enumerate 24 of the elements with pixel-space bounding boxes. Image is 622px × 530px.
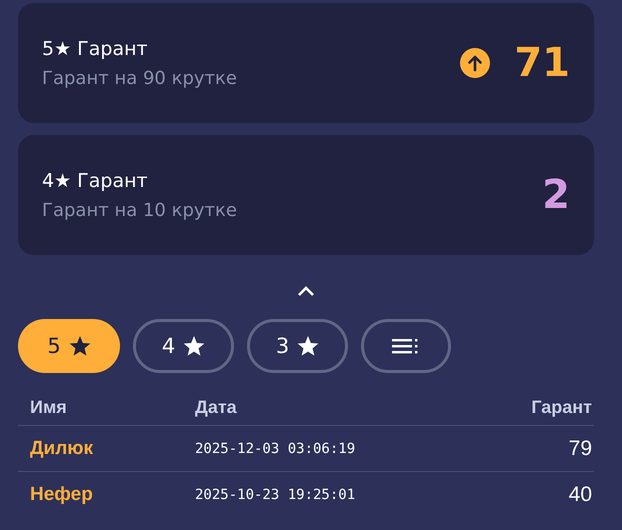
filter-chip[interactable]: 3 bbox=[247, 319, 348, 373]
column-header: Гарант bbox=[530, 396, 592, 418]
date-cell-text: 2025-12-03 03:06:19 bbox=[195, 440, 356, 456]
date-cell-text: 2025-10-23 19:25:01 bbox=[195, 486, 356, 502]
list-icon bbox=[392, 338, 420, 354]
character-name: Нефер bbox=[30, 484, 94, 506]
star-icon bbox=[68, 336, 91, 356]
filter-chip[interactable]: 5 bbox=[18, 319, 120, 373]
column-header: Дата bbox=[195, 396, 238, 418]
list-filter-button[interactable] bbox=[361, 319, 451, 373]
card-subtitle: Гарант на 90 крутке bbox=[42, 68, 237, 88]
card-value: 2 bbox=[542, 172, 570, 218]
chevron-up-icon bbox=[296, 285, 316, 297]
card-title: 4★ Гарант bbox=[42, 170, 149, 192]
character-name: Дилюк bbox=[30, 438, 94, 460]
card-value: 71 bbox=[514, 40, 570, 86]
star-icon bbox=[183, 336, 206, 356]
card-subtitle: Гарант на 10 крутке bbox=[42, 200, 237, 220]
star-icon bbox=[297, 336, 320, 356]
card-title: 5★ Гарант bbox=[42, 38, 149, 60]
pity-cell-text: 40 bbox=[568, 482, 592, 506]
pity-cell-text: 79 bbox=[568, 436, 592, 460]
filter-chip[interactable]: 4 bbox=[133, 319, 234, 373]
column-header: Имя bbox=[30, 396, 68, 418]
